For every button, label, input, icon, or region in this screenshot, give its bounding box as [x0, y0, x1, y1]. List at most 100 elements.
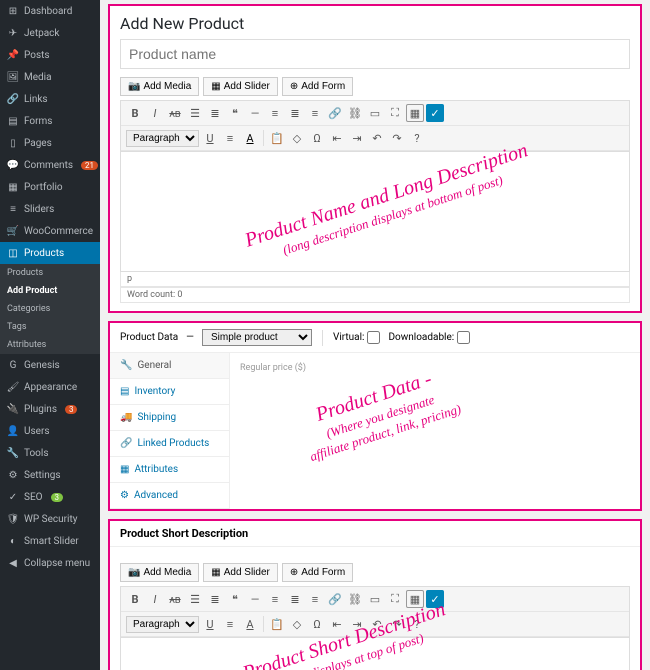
link-icon[interactable]: 🔗: [326, 590, 344, 608]
add-form-button[interactable]: ⊕Add Form: [282, 77, 353, 96]
long-description-editor[interactable]: Product Name and Long Description (long …: [120, 152, 630, 272]
product-data-tab[interactable]: ▦Attributes: [110, 457, 229, 483]
indent-icon[interactable]: ⇥: [348, 615, 366, 633]
outdent-icon[interactable]: ⇤: [328, 129, 346, 147]
char-icon[interactable]: Ω: [308, 129, 326, 147]
sidebar-subitem[interactable]: Products: [0, 264, 100, 282]
hr-icon[interactable]: —: [246, 104, 264, 122]
product-data-tab[interactable]: 🚚Shipping: [110, 405, 229, 431]
sidebar-item[interactable]: 🛒WooCommerce: [0, 220, 100, 242]
sidebar-item[interactable]: ▤Forms: [0, 110, 100, 132]
paste-icon[interactable]: 📋: [268, 615, 286, 633]
virtual-checkbox[interactable]: [367, 331, 380, 344]
extra-icon[interactable]: ✓: [426, 104, 444, 122]
sidebar-item[interactable]: ◀Collapse menu: [0, 552, 100, 574]
align-right-icon[interactable]: ≡: [306, 590, 324, 608]
extra-icon[interactable]: ✓: [426, 590, 444, 608]
undo-icon[interactable]: ↶: [368, 129, 386, 147]
align-left-icon[interactable]: ≡: [266, 104, 284, 122]
sidebar-item[interactable]: 🛡WP Security: [0, 508, 100, 530]
bold-icon[interactable]: B: [126, 104, 144, 122]
add-slider-button[interactable]: ▦Add Slider: [203, 77, 278, 96]
undo-icon[interactable]: ↶: [368, 615, 386, 633]
add-media-button[interactable]: 📷Add Media: [120, 77, 199, 96]
sidebar-item[interactable]: ▯Pages: [0, 132, 100, 154]
sidebar-subitem[interactable]: Categories: [0, 300, 100, 318]
sidebar-item[interactable]: ✈Jetpack: [0, 22, 100, 44]
sidebar-item[interactable]: 💬Comments21: [0, 154, 100, 176]
sidebar-subitem[interactable]: Add Product: [0, 282, 100, 300]
textcolor-icon[interactable]: A: [241, 615, 259, 633]
format-select[interactable]: Paragraph: [126, 130, 199, 147]
toolbar-toggle-icon[interactable]: ▦: [406, 590, 424, 608]
indent-icon[interactable]: ⇥: [348, 129, 366, 147]
sidebar-subitem[interactable]: Tags: [0, 318, 100, 336]
add-slider-button-short[interactable]: ▦Add Slider: [203, 563, 278, 582]
clear-icon[interactable]: ◇: [288, 615, 306, 633]
bold-icon[interactable]: B: [126, 590, 144, 608]
redo-icon[interactable]: ↷: [388, 615, 406, 633]
align-center-icon[interactable]: ≣: [286, 590, 304, 608]
sidebar-item[interactable]: ≡Sliders: [0, 198, 100, 220]
paste-icon[interactable]: 📋: [268, 129, 286, 147]
char-icon[interactable]: Ω: [308, 615, 326, 633]
align-left-icon[interactable]: ≡: [266, 590, 284, 608]
italic-icon[interactable]: I: [146, 590, 164, 608]
strike-icon[interactable]: ᴀʙ: [166, 590, 184, 608]
product-data-tab[interactable]: ⚙Advanced: [110, 483, 229, 509]
sidebar-item[interactable]: ⊞Dashboard: [0, 0, 100, 22]
underline-icon[interactable]: U: [201, 129, 219, 147]
align-center-icon[interactable]: ≣: [286, 104, 304, 122]
ol-icon[interactable]: ≣: [206, 104, 224, 122]
add-form-button-short[interactable]: ⊕Add Form: [282, 563, 353, 582]
clear-icon[interactable]: ◇: [288, 129, 306, 147]
justify-icon[interactable]: ≡: [221, 615, 239, 633]
sidebar-item[interactable]: 🖌Appearance: [0, 376, 100, 398]
sidebar-item[interactable]: ◫Products: [0, 242, 100, 264]
product-name-input[interactable]: [120, 39, 630, 69]
sidebar-item[interactable]: 🔌Plugins3: [0, 398, 100, 420]
downloadable-checkbox[interactable]: [457, 331, 470, 344]
sidebar-item[interactable]: ◐Smart Slider: [0, 530, 100, 552]
italic-icon[interactable]: I: [146, 104, 164, 122]
redo-icon[interactable]: ↷: [388, 129, 406, 147]
sidebar-item[interactable]: 👤Users: [0, 420, 100, 442]
textcolor-icon[interactable]: A: [241, 129, 259, 147]
sidebar-item[interactable]: ▦Portfolio: [0, 176, 100, 198]
more-icon[interactable]: ▭: [366, 590, 384, 608]
help-icon[interactable]: ?: [408, 129, 426, 147]
fullscreen-icon[interactable]: ⛶: [386, 590, 404, 608]
outdent-icon[interactable]: ⇤: [328, 615, 346, 633]
ul-icon[interactable]: ☰: [186, 590, 204, 608]
product-data-tab[interactable]: 🔧General: [110, 353, 229, 379]
sidebar-subitem[interactable]: Attributes: [0, 336, 100, 354]
strike-icon[interactable]: ᴀʙ: [166, 104, 184, 122]
unlink-icon[interactable]: ⛓: [346, 590, 364, 608]
underline-icon[interactable]: U: [201, 615, 219, 633]
sidebar-item[interactable]: GGenesis: [0, 354, 100, 376]
product-data-tab[interactable]: ▤Inventory: [110, 379, 229, 405]
sidebar-item[interactable]: 🔗Links: [0, 88, 100, 110]
sidebar-item[interactable]: 🖼Media: [0, 66, 100, 88]
sidebar-item[interactable]: ⚙Settings: [0, 464, 100, 486]
product-data-tab[interactable]: 🔗Linked Products: [110, 431, 229, 457]
quote-icon[interactable]: ❝: [226, 104, 244, 122]
ol-icon[interactable]: ≣: [206, 590, 224, 608]
sidebar-item[interactable]: 📌Posts: [0, 44, 100, 66]
product-type-select[interactable]: Simple product: [202, 329, 312, 346]
align-right-icon[interactable]: ≡: [306, 104, 324, 122]
add-media-button-short[interactable]: 📷Add Media: [120, 563, 199, 582]
fullscreen-icon[interactable]: ⛶: [386, 104, 404, 122]
help-icon[interactable]: ?: [408, 615, 426, 633]
more-icon[interactable]: ▭: [366, 104, 384, 122]
ul-icon[interactable]: ☰: [186, 104, 204, 122]
sidebar-item[interactable]: 🔧Tools: [0, 442, 100, 464]
justify-icon[interactable]: ≡: [221, 129, 239, 147]
toolbar-toggle-icon[interactable]: ▦: [406, 104, 424, 122]
hr-icon[interactable]: —: [246, 590, 264, 608]
sidebar-item[interactable]: ✓SEO3: [0, 486, 100, 508]
link-icon[interactable]: 🔗: [326, 104, 344, 122]
short-description-editor[interactable]: Product Short Description (short display…: [120, 638, 630, 670]
format-select-short[interactable]: Paragraph: [126, 616, 199, 633]
quote-icon[interactable]: ❝: [226, 590, 244, 608]
